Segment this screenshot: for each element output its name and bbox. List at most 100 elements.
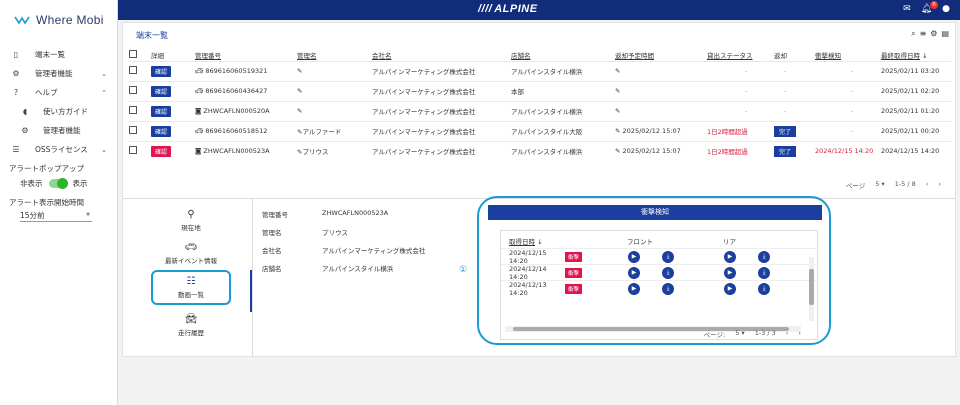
device-name[interactable]: ✎ bbox=[297, 60, 372, 81]
column-header[interactable]: 返却予定時間 bbox=[615, 49, 707, 61]
column-header[interactable]: 取得日時 ↓ bbox=[509, 236, 627, 246]
download-front-icon[interactable]: ⤓ bbox=[662, 282, 675, 295]
return-time[interactable]: ✎ 2025/02/12 15:07 bbox=[615, 140, 707, 161]
list-icon: ☰ bbox=[12, 145, 20, 154]
user-icon[interactable]: ● bbox=[942, 4, 950, 14]
impact-panel: 取得日時 ↓ フロント リア 2024/12/15 14:20 衝撃 ▶ ⤓ ▶ ⤓ 202… bbox=[500, 230, 818, 340]
column-header[interactable]: 会社名 bbox=[372, 49, 511, 61]
alert-start-select[interactable]: 15分前 ▼ bbox=[20, 209, 92, 222]
sidebar-item-admin-help[interactable]: ⚙ 管理者機能 bbox=[0, 121, 117, 140]
map-icon[interactable]: ▤ bbox=[941, 29, 949, 39]
tab-drive-history[interactable]: 🚘︎ 走行履歴 bbox=[151, 314, 231, 337]
play-front-icon[interactable]: ▶ bbox=[628, 266, 641, 279]
company: アルパインマーケティング株式会社 bbox=[372, 120, 511, 141]
detail-row: 会社名 アルパインマーケティング株式会社 bbox=[262, 247, 426, 255]
table-row[interactable]: 確認 🚙︎ 869616060518512 ✎アルファード アルパインマーケティング株… bbox=[129, 120, 951, 141]
return-cell[interactable]: 完了 bbox=[774, 140, 815, 161]
play-rear-icon[interactable]: ▶ bbox=[724, 282, 737, 295]
confirm-button[interactable]: 確認 bbox=[151, 85, 172, 97]
row-checkbox[interactable] bbox=[129, 146, 137, 155]
gear-icon: ⚙ bbox=[21, 126, 29, 135]
filter-icon[interactable]: ≡ bbox=[920, 29, 927, 39]
impact-header: 衝撃検知 bbox=[488, 205, 822, 220]
column-header: フロント bbox=[627, 238, 653, 246]
column-header[interactable]: 管理番号 bbox=[195, 49, 297, 61]
row-checkbox[interactable] bbox=[129, 66, 137, 74]
return-time[interactable]: ✎ 2025/02/12 15:07 bbox=[615, 120, 707, 141]
return-time[interactable]: ✎ bbox=[615, 60, 707, 81]
gear-icon[interactable]: ⚙ bbox=[930, 29, 937, 39]
mail-icon[interactable]: ✉ bbox=[903, 4, 911, 14]
pencil-icon: ✎ bbox=[615, 127, 621, 135]
play-rear-icon[interactable]: ▶ bbox=[724, 250, 737, 263]
detail-row: 管理名 プリウス bbox=[262, 229, 348, 237]
store: 本部 bbox=[511, 80, 615, 101]
column-header[interactable]: 管理名 bbox=[297, 49, 372, 61]
play-front-icon[interactable]: ▶ bbox=[628, 250, 641, 263]
device-name[interactable]: ✎ bbox=[297, 100, 372, 121]
notification-badge: 6 bbox=[930, 1, 939, 9]
logo[interactable]: Where Mobi bbox=[0, 0, 117, 40]
car-icon: 🚙︎ bbox=[195, 127, 204, 135]
column-header[interactable]: 衝撃検知 bbox=[815, 49, 881, 61]
table-row[interactable]: 確認 ◙ ZHWCAFLN000520A ✎ アルパインマーケティング株式会社 アルパイ… bbox=[129, 100, 951, 121]
confirm-button[interactable]: 確認 bbox=[151, 105, 172, 117]
sidebar-item-oss[interactable]: ☰ OSSライセンス ⌄ bbox=[0, 140, 117, 159]
tab-latest-event[interactable]: 🚗︎ 最新イベント情報 bbox=[151, 242, 231, 265]
column-header[interactable]: 貸出ステータス bbox=[707, 49, 774, 61]
sidebar-item-device-list[interactable]: ▯ 端末一覧 bbox=[0, 45, 117, 64]
table-row[interactable]: 確認 🚙︎ 869616060436427 ✎ アルパインマーケティング株式会社 本部 ✎… bbox=[129, 80, 951, 101]
page-size-select[interactable]: 5 ▾ bbox=[875, 180, 884, 190]
confirm-button[interactable]: 確認 bbox=[151, 65, 172, 77]
bell-icon[interactable]: 🔔︎ 6 bbox=[921, 1, 939, 14]
impact-date: 2024/12/15 14:20 bbox=[509, 248, 547, 265]
store: アルパインスタイル横浜 bbox=[511, 100, 615, 121]
tab-label: 現在地 bbox=[181, 224, 201, 232]
download-rear-icon[interactable]: ⤓ bbox=[758, 250, 771, 263]
sidebar-item-admin[interactable]: ⚙ 管理者機能 ⌄ bbox=[0, 64, 117, 83]
prev-page-icon[interactable]: ‹ bbox=[926, 180, 929, 190]
sidebar-item-help[interactable]: ? ヘルプ ⌃ bbox=[0, 83, 117, 102]
row-checkbox[interactable] bbox=[129, 106, 137, 114]
alert-popup-toggle-row: 非表示 表示 bbox=[0, 175, 117, 191]
impact-pager: ページ: 5 ▾ 1-3 / 3 ‹ › bbox=[704, 329, 801, 339]
logo-text: Where Mobi bbox=[36, 13, 104, 27]
return-cell[interactable]: 完了 bbox=[774, 120, 815, 141]
sidebar-item-guide[interactable]: ◖ 使い方ガイド bbox=[0, 102, 117, 121]
column-header[interactable]: 最終取得日時 ↓ bbox=[881, 49, 951, 61]
tab-location[interactable]: ⚲ 現在地 bbox=[151, 209, 231, 232]
alert-start-value: 15分前 bbox=[20, 210, 45, 220]
device-name[interactable]: ✎ bbox=[297, 80, 372, 101]
page-size-select[interactable]: 5 ▾ bbox=[735, 329, 744, 339]
search-icon[interactable]: ⌕ bbox=[911, 29, 915, 39]
column-header[interactable]: 店舗名 bbox=[511, 49, 615, 61]
return-time[interactable]: ✎ bbox=[615, 100, 707, 121]
row-checkbox[interactable] bbox=[129, 126, 137, 134]
download-rear-icon[interactable]: ⤓ bbox=[758, 282, 771, 295]
confirm-button[interactable]: 確認 bbox=[151, 145, 172, 157]
company: アルパインマーケティング株式会社 bbox=[372, 100, 511, 121]
select-all-checkbox[interactable] bbox=[129, 49, 137, 58]
impact-cell: - bbox=[815, 80, 881, 101]
tab-video-list[interactable]: ☷ 動画一覧 bbox=[151, 270, 231, 305]
table-row[interactable]: 確認 ◙ ZHWCAFLN000523A ✎プリウス アルパインマーケティング株式会社… bbox=[129, 140, 951, 161]
download-front-icon[interactable]: ⤓ bbox=[662, 266, 675, 279]
table-row[interactable]: 確認 🚙︎ 869616060519321 ✎ アルパインマーケティング株式会社 アルパ… bbox=[129, 60, 951, 81]
pager-label: ページ bbox=[845, 182, 866, 190]
top-bar: ////ALPINE ✉ 🔔︎ 6 ● bbox=[118, 0, 960, 20]
device-name[interactable]: ✎アルファード bbox=[297, 120, 372, 141]
confirm-button[interactable]: 確認 bbox=[151, 125, 172, 137]
next-page-icon[interactable]: › bbox=[798, 329, 801, 339]
play-rear-icon[interactable]: ▶ bbox=[724, 266, 737, 279]
prev-page-icon[interactable]: ‹ bbox=[786, 329, 789, 339]
return-time[interactable]: ✎ bbox=[615, 80, 707, 101]
play-front-icon[interactable]: ▶ bbox=[628, 282, 641, 295]
row-checkbox[interactable] bbox=[129, 86, 137, 94]
vertical-scrollbar[interactable] bbox=[809, 257, 814, 321]
download-rear-icon[interactable]: ⤓ bbox=[758, 266, 771, 279]
device-name[interactable]: ✎プリウス bbox=[297, 140, 372, 161]
alert-popup-switch[interactable] bbox=[48, 177, 68, 189]
download-front-icon[interactable]: ⤓ bbox=[662, 250, 675, 263]
next-page-icon[interactable]: › bbox=[938, 180, 941, 190]
sidebar: Where Mobi ▯ 端末一覧 ⚙ 管理者機能 ⌄ ? ヘルプ ⌃ ◖ 使い… bbox=[0, 0, 118, 405]
